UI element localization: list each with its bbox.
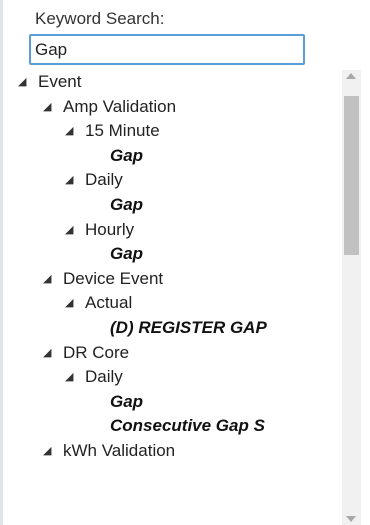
- tree-node-label: Device Event: [63, 269, 164, 288]
- tree-node-label: Consecutive Gap S: [110, 416, 265, 435]
- tree-leaf[interactable]: Gap: [110, 242, 143, 266]
- expanded-triangle-icon[interactable]: ◢: [65, 365, 85, 389]
- tree-node-label: (D) REGISTER GAP: [110, 318, 267, 337]
- expanded-triangle-icon[interactable]: ◢: [65, 168, 85, 192]
- tree-node-label: kWh Validation: [63, 441, 176, 460]
- tree-node-label: Actual: [85, 293, 133, 312]
- tree-node[interactable]: ◢ Device Event: [43, 267, 163, 291]
- tree-node-label: Gap: [110, 195, 144, 214]
- tree-node-label: Hourly: [85, 220, 135, 239]
- expanded-triangle-icon[interactable]: ◢: [43, 95, 63, 119]
- tree-node-label: Event: [38, 72, 82, 91]
- tree-leaf[interactable]: (D) REGISTER GAP: [110, 316, 267, 340]
- tree-node[interactable]: ◢ Actual: [65, 291, 132, 315]
- keyword-search-input[interactable]: [29, 34, 305, 65]
- tree-node-label: Daily: [85, 367, 123, 386]
- tree-node-label: Gap: [110, 392, 144, 411]
- tree-leaf[interactable]: Consecutive Gap S: [110, 414, 265, 438]
- tree-leaf[interactable]: Gap: [110, 390, 143, 414]
- tree-node-label: Gap: [110, 244, 144, 263]
- expanded-triangle-icon[interactable]: ◢: [43, 439, 63, 463]
- keyword-search-label: Keyword Search:: [35, 9, 165, 28]
- scroll-up-arrow-icon[interactable]: [346, 73, 356, 79]
- tree-leaf[interactable]: Gap: [110, 144, 143, 168]
- tree-node[interactable]: ◢ 15 Minute: [65, 119, 160, 143]
- expanded-triangle-icon[interactable]: ◢: [43, 267, 63, 291]
- scrollbar-thumb[interactable]: [344, 96, 359, 255]
- tree-node[interactable]: ◢ Hourly: [65, 218, 134, 242]
- expanded-triangle-icon[interactable]: ◢: [65, 119, 85, 143]
- tree-node-label: 15 Minute: [85, 121, 160, 140]
- event-tree: ◢ Event ◢ Amp Validation ◢ 15 Minute Gap ◢ Daily…: [0, 70, 342, 525]
- tree-node-label: Daily: [85, 170, 123, 189]
- tree-leaf[interactable]: Gap: [110, 193, 143, 217]
- tree-node[interactable]: ◢ Event: [18, 70, 81, 94]
- tree-node-label: Gap: [110, 146, 144, 165]
- tree-node[interactable]: ◢ Amp Validation: [43, 95, 176, 119]
- expanded-triangle-icon[interactable]: ◢: [43, 341, 63, 365]
- expanded-triangle-icon[interactable]: ◢: [65, 218, 85, 242]
- tree-node[interactable]: ◢ kWh Validation: [43, 439, 175, 463]
- expanded-triangle-icon[interactable]: ◢: [18, 70, 38, 94]
- tree-node-label: DR Core: [63, 343, 130, 362]
- tree-node[interactable]: ◢ DR Core: [43, 341, 129, 365]
- tree-node[interactable]: ◢ Daily: [65, 168, 123, 192]
- tree-node[interactable]: ◢ Daily: [65, 365, 123, 389]
- tree-node-label: Amp Validation: [63, 97, 177, 116]
- scroll-down-arrow-icon[interactable]: [346, 516, 356, 522]
- expanded-triangle-icon[interactable]: ◢: [65, 291, 85, 315]
- tree-scrollbar[interactable]: [342, 70, 361, 525]
